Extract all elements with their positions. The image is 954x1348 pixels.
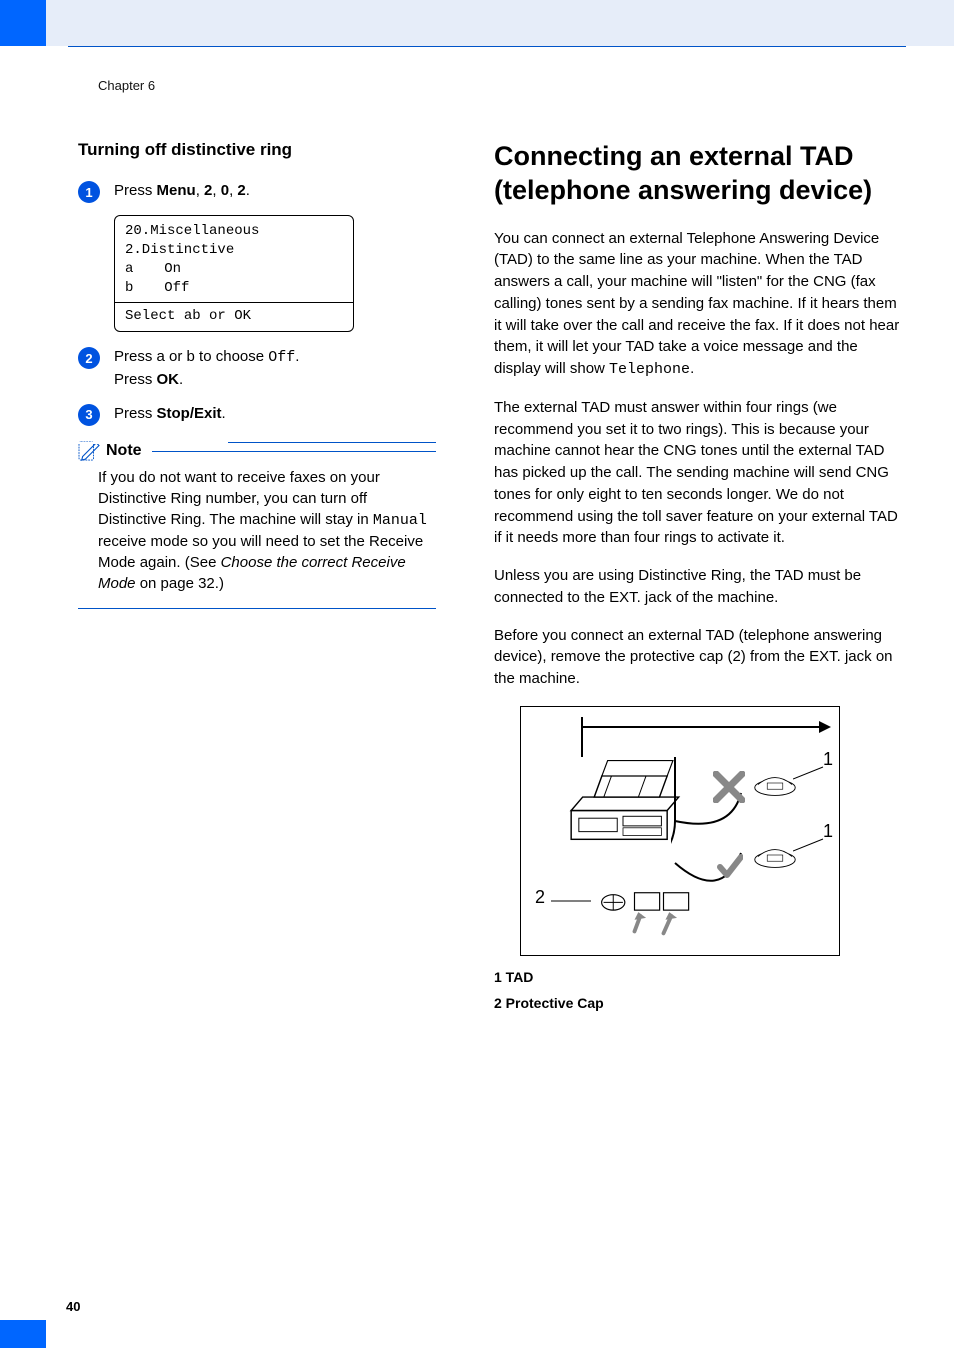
text: . bbox=[295, 348, 299, 365]
step-badge-3: 3 bbox=[78, 404, 100, 426]
note-block: Note If you do not want to receive faxes… bbox=[78, 442, 436, 609]
text: , bbox=[212, 182, 220, 199]
note-pencil-icon bbox=[78, 441, 100, 461]
lcd-line-3: a On bbox=[125, 260, 343, 279]
lcd-footer: Select ab or OK bbox=[125, 307, 343, 326]
kw: Menu bbox=[157, 182, 196, 199]
text: Press bbox=[114, 182, 157, 199]
page-number: 40 bbox=[66, 1299, 80, 1314]
left-heading: Turning off distinctive ring bbox=[78, 140, 436, 160]
kw: 2 bbox=[237, 182, 245, 199]
text: If you do not want to receive faxes on y… bbox=[98, 469, 380, 528]
callout-1a: 1 bbox=[823, 749, 833, 770]
mono-text: Telephone bbox=[609, 361, 690, 378]
blue-corner-tab bbox=[0, 0, 46, 46]
step-badge-1: 1 bbox=[78, 181, 100, 203]
step-3-body: Press Stop/Exit. bbox=[114, 403, 226, 425]
kw: 0 bbox=[221, 182, 229, 199]
right-heading: Connecting an external TAD (telephone an… bbox=[494, 140, 906, 208]
paragraph-1: You can connect an external Telephone An… bbox=[494, 228, 906, 381]
right-column: Connecting an external TAD (telephone an… bbox=[494, 140, 906, 1017]
machine-icon bbox=[565, 751, 681, 847]
text: Press bbox=[114, 371, 157, 388]
lcd-off: Off bbox=[164, 280, 189, 296]
callout-2: 2 bbox=[535, 887, 545, 908]
lcd-display: 20.Miscellaneous 2.Distinctive a On b Of… bbox=[114, 215, 354, 332]
connection-diagram: 1 1 bbox=[520, 706, 840, 956]
blue-bottom-tab bbox=[0, 1320, 46, 1348]
text: . bbox=[179, 371, 183, 388]
step-1-body: Press Menu, 2, 0, 2. bbox=[114, 180, 250, 202]
legend-row-1: 1 TAD bbox=[494, 964, 906, 991]
cross-icon bbox=[713, 771, 745, 803]
lcd-line-1: 20.Miscellaneous bbox=[125, 222, 343, 241]
tad-top-icon bbox=[751, 769, 799, 797]
header-band bbox=[46, 0, 954, 46]
protective-cap-icon bbox=[589, 885, 709, 943]
down-arrow-icon: b bbox=[187, 348, 195, 365]
kw: Stop/Exit bbox=[157, 405, 222, 422]
text: or OK bbox=[201, 308, 251, 324]
kw: OK bbox=[157, 371, 180, 388]
left-column: Turning off distinctive ring 1 Press Men… bbox=[78, 140, 436, 1017]
lcd-on: On bbox=[164, 261, 181, 277]
lcd-line-2: 2.Distinctive bbox=[125, 241, 343, 260]
leader-line-icon bbox=[551, 897, 591, 905]
note-text: If you do not want to receive faxes on y… bbox=[78, 467, 436, 594]
text: You can connect an external Telephone An… bbox=[494, 230, 899, 378]
diagram-legend: 1 TAD 2 Protective Cap bbox=[494, 964, 906, 1017]
text: , bbox=[196, 182, 204, 199]
note-title-row: Note bbox=[78, 441, 436, 461]
up-arrow-icon: a bbox=[157, 348, 165, 365]
step-2: 2 Press a or b to choose Off. Press OK. bbox=[78, 346, 436, 391]
paragraph-2: The external TAD must answer within four… bbox=[494, 397, 906, 549]
text: Press bbox=[114, 348, 157, 365]
text: to choose bbox=[195, 348, 268, 365]
legend-row-2: 2 Protective Cap bbox=[494, 990, 906, 1017]
text: . bbox=[222, 405, 226, 422]
lcd-divider bbox=[115, 302, 353, 303]
step-2-body: Press a or b to choose Off. Press OK. bbox=[114, 346, 299, 391]
note-title: Note bbox=[106, 442, 142, 460]
text: Select bbox=[125, 308, 184, 324]
text: on page 32.) bbox=[136, 575, 224, 592]
tad-bottom-icon bbox=[751, 841, 799, 869]
check-icon bbox=[717, 853, 743, 879]
mono-text: Off bbox=[268, 349, 295, 366]
text: Press bbox=[114, 405, 157, 422]
lcd-line-4: b Off bbox=[125, 279, 343, 298]
text: . bbox=[690, 360, 694, 377]
paragraph-3: Unless you are using Distinctive Ring, t… bbox=[494, 565, 906, 609]
step-3: 3 Press Stop/Exit. bbox=[78, 403, 436, 426]
step-1: 1 Press Menu, 2, 0, 2. bbox=[78, 180, 436, 203]
chapter-label: Chapter 6 bbox=[98, 78, 155, 93]
outgoing-line-arrow-icon bbox=[581, 717, 831, 737]
header-rule bbox=[68, 46, 906, 47]
step-badge-2: 2 bbox=[78, 347, 100, 369]
text: . bbox=[246, 182, 250, 199]
mono-text: Manual bbox=[373, 512, 427, 529]
callout-1b: 1 bbox=[823, 821, 833, 842]
text: or bbox=[165, 348, 187, 365]
paragraph-4: Before you connect an external TAD (tele… bbox=[494, 625, 906, 690]
